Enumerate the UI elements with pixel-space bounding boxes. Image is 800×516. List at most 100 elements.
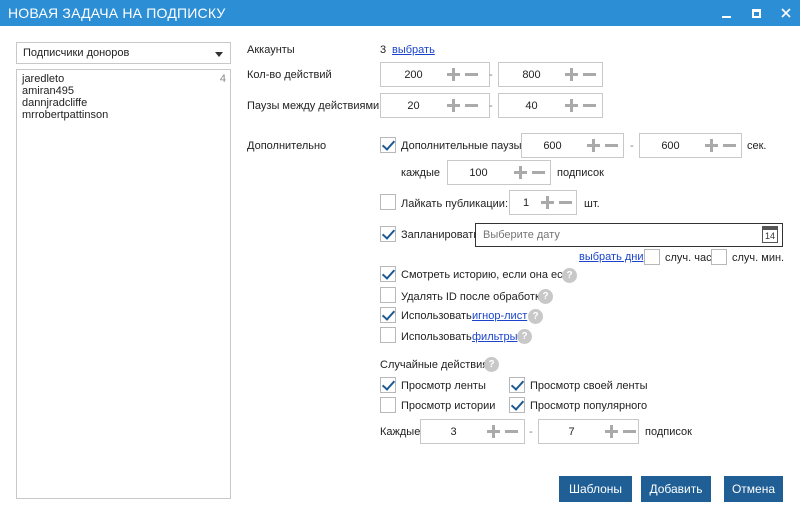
calendar-icon[interactable]: 14 xyxy=(762,226,778,243)
minus-icon[interactable] xyxy=(723,139,736,152)
schedule-checkbox[interactable] xyxy=(380,226,396,242)
close-button[interactable] xyxy=(770,0,800,26)
schedule-label: Запланировать xyxy=(401,229,480,241)
pauses-max-stepper[interactable]: 40 xyxy=(498,93,603,118)
watch-story-checkbox[interactable] xyxy=(380,266,396,282)
add-button[interactable]: Добавить xyxy=(641,476,711,502)
help-icon[interactable]: ? xyxy=(517,329,532,344)
help-icon[interactable]: ? xyxy=(562,268,577,283)
extra-pauses-label: Дополнительные паузы xyxy=(401,140,522,152)
plus-icon[interactable] xyxy=(565,99,578,112)
accounts-label: Аккаунты xyxy=(247,44,295,56)
pauses-min-value: 20 xyxy=(407,100,420,112)
pauses-label: Паузы между действиями xyxy=(247,100,380,112)
minus-icon[interactable] xyxy=(583,99,596,112)
minus-icon[interactable] xyxy=(505,425,518,438)
plus-icon[interactable] xyxy=(514,166,527,179)
accounts-select-link[interactable]: выбрать xyxy=(392,44,435,56)
minus-icon[interactable] xyxy=(559,196,572,209)
random-every-min-value: 3 xyxy=(450,426,457,438)
plus-icon[interactable] xyxy=(587,139,600,152)
extra-pauses-max-value: 600 xyxy=(661,140,680,152)
accounts-count: 3 xyxy=(380,44,387,56)
random-every-max-value: 7 xyxy=(568,426,575,438)
view-own-feed-checkbox[interactable] xyxy=(509,377,525,393)
donor-count: 4 xyxy=(219,73,226,85)
list-item[interactable]: mrrobertpattinson xyxy=(22,109,225,121)
range-dash: - xyxy=(489,100,493,112)
pauses-min-stepper[interactable]: 20 xyxy=(380,93,490,118)
extra-pauses-min-value: 600 xyxy=(543,140,562,152)
delete-id-label: Удалять ID после обработки xyxy=(401,291,546,303)
chevron-down-icon xyxy=(215,52,223,57)
list-item[interactable]: jaredleto xyxy=(22,73,225,85)
select-days-link[interactable]: выбрать дни xyxy=(579,251,644,263)
plus-icon[interactable] xyxy=(447,68,460,81)
window-title: НОВАЯ ЗАДАЧА НА ПОДПИСКУ xyxy=(8,5,226,21)
extra-pauses-unit: сек. xyxy=(747,140,767,152)
range-dash: - xyxy=(630,140,634,152)
actions-count-max-stepper[interactable]: 800 xyxy=(498,62,603,87)
minimize-button[interactable] xyxy=(710,0,742,26)
view-feed-label: Просмотр ленты xyxy=(401,380,486,392)
use-filters-checkbox[interactable] xyxy=(380,327,396,343)
use-filters-label: Использовать xyxy=(401,331,472,343)
extra-pauses-every-value: 100 xyxy=(469,167,488,179)
view-own-feed-label: Просмотр своей ленты xyxy=(530,380,648,392)
help-icon[interactable]: ? xyxy=(538,289,553,304)
maximize-button[interactable] xyxy=(740,0,772,26)
templates-button[interactable]: Шаблоны xyxy=(559,476,632,502)
like-posts-label: Лайкать публикации: xyxy=(401,198,509,210)
list-item[interactable]: dannjradcliffe xyxy=(22,97,225,109)
minus-icon[interactable] xyxy=(583,68,596,81)
random-every-unit: подписок xyxy=(645,426,692,438)
minus-icon[interactable] xyxy=(605,139,618,152)
range-dash: - xyxy=(529,426,533,438)
random-actions-label: Случайные действия: xyxy=(380,359,492,371)
plus-icon[interactable] xyxy=(565,68,578,81)
extra-pauses-max-stepper[interactable]: 600 xyxy=(639,133,742,158)
use-ignore-label: Использовать xyxy=(401,310,472,322)
list-item[interactable]: amiran495 xyxy=(22,85,225,97)
donor-list[interactable]: 4 jaredleto amiran495 dannjradcliffe mrr… xyxy=(16,69,231,499)
filters-link[interactable]: фильтры xyxy=(472,331,518,343)
cancel-button[interactable]: Отмена xyxy=(724,476,783,502)
random-every-label: Каждые xyxy=(380,426,421,438)
plus-icon[interactable] xyxy=(541,196,554,209)
help-icon[interactable]: ? xyxy=(528,309,543,324)
random-hour-checkbox[interactable] xyxy=(644,249,660,265)
calendar-day: 14 xyxy=(764,231,775,241)
random-every-min-stepper[interactable]: 3 xyxy=(420,419,525,444)
schedule-date-input[interactable] xyxy=(475,223,783,247)
delete-id-checkbox[interactable] xyxy=(380,287,396,303)
plus-icon[interactable] xyxy=(447,99,460,112)
minus-icon[interactable] xyxy=(623,425,636,438)
random-every-max-stepper[interactable]: 7 xyxy=(538,419,639,444)
view-feed-checkbox[interactable] xyxy=(380,377,396,393)
pauses-max-value: 40 xyxy=(525,100,538,112)
random-minute-checkbox[interactable] xyxy=(711,249,727,265)
like-posts-value: 1 xyxy=(522,197,530,209)
extra-pauses-every-stepper[interactable]: 100 xyxy=(447,160,551,185)
title-bar: НОВАЯ ЗАДАЧА НА ПОДПИСКУ xyxy=(0,0,800,26)
minus-icon[interactable] xyxy=(465,68,478,81)
minus-icon[interactable] xyxy=(532,166,545,179)
like-posts-stepper[interactable]: 1 xyxy=(509,190,577,215)
like-posts-checkbox[interactable] xyxy=(380,194,396,210)
extra-pauses-min-stepper[interactable]: 600 xyxy=(521,133,624,158)
actions-count-min-stepper[interactable]: 200 xyxy=(380,62,490,87)
view-popular-checkbox[interactable] xyxy=(509,397,525,413)
use-ignore-checkbox[interactable] xyxy=(380,307,396,323)
maximize-icon xyxy=(751,8,761,18)
ignore-list-link[interactable]: игнор-лист xyxy=(472,310,527,322)
plus-icon[interactable] xyxy=(605,425,618,438)
donor-source-select[interactable]: Подписчики доноров xyxy=(16,42,231,64)
extra-pauses-every-unit: подписок xyxy=(557,167,604,179)
help-icon[interactable]: ? xyxy=(484,357,499,372)
extra-pauses-checkbox[interactable] xyxy=(380,137,396,153)
plus-icon[interactable] xyxy=(487,425,500,438)
view-stories-checkbox[interactable] xyxy=(380,397,396,413)
actions-count-label: Кол-во действий xyxy=(247,69,332,81)
plus-icon[interactable] xyxy=(705,139,718,152)
minus-icon[interactable] xyxy=(465,99,478,112)
